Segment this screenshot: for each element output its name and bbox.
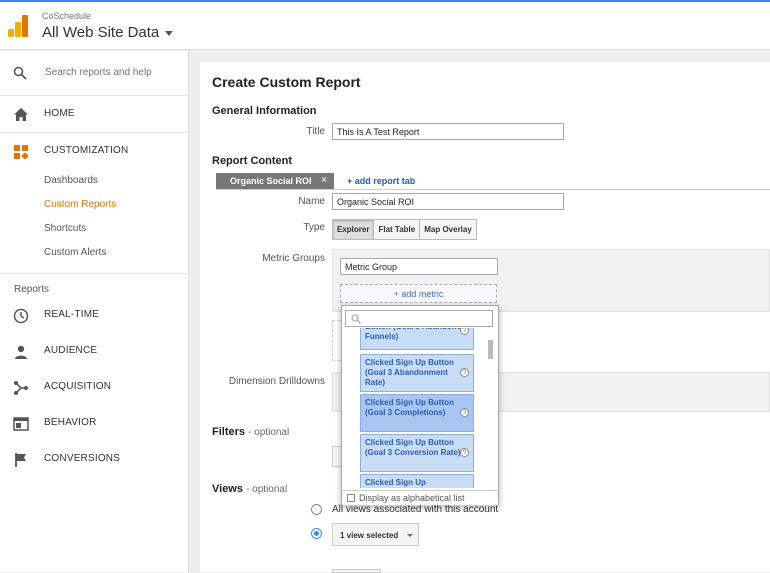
metric-option-label: Clicked Sign Up Button (Goal 3 Abandonme… <box>365 358 454 387</box>
all-views-label: All views associated with this account <box>332 504 499 515</box>
view-selector-label: 1 view selected <box>340 531 399 540</box>
metric-search-input[interactable] <box>345 310 493 327</box>
help-icon[interactable]: ? <box>460 408 469 417</box>
sidebar-item-custom-alerts[interactable]: Custom Alerts <box>44 247 106 258</box>
search-icon <box>351 314 361 324</box>
sidebar-item-shortcuts[interactable]: Shortcuts <box>44 223 86 234</box>
metric-option-label: Button (Goal 3 Abandoned Funnels) <box>365 328 466 341</box>
metric-picker-dropdown: Button (Goal 3 Abandoned Funnels)? Click… <box>341 305 499 505</box>
help-icon[interactable]: ? <box>460 368 469 377</box>
acquisition-icon <box>14 381 28 395</box>
report-content-heading: Report Content <box>212 155 293 167</box>
sidebar-item-label: AUDIENCE <box>44 345 98 356</box>
customization-icon <box>14 145 28 159</box>
type-label: Type <box>303 222 325 233</box>
header: CoSchedule All Web Site Data <box>0 2 770 50</box>
alphabetical-checkbox[interactable] <box>347 494 355 502</box>
general-info-heading: General Information <box>212 105 317 117</box>
sidebar-item-acquisition[interactable]: ACQUISITION <box>0 372 188 402</box>
type-explorer-button[interactable]: Explorer <box>332 219 375 240</box>
home-icon <box>14 108 28 121</box>
name-label: Name <box>298 196 325 207</box>
alphabetical-label: Display as alphabetical list <box>359 493 465 503</box>
add-report-tab-link[interactable]: + add report tab <box>347 176 415 186</box>
sidebar-item-label: CUSTOMIZATION <box>44 145 129 156</box>
metric-option[interactable]: Button (Goal 3 Abandoned Funnels)? <box>360 328 474 350</box>
flag-icon <box>15 453 26 467</box>
help-icon[interactable]: ? <box>460 328 469 335</box>
view-selector-button[interactable]: 1 view selected <box>332 523 419 546</box>
sidebar-item-home[interactable]: HOME <box>0 99 188 129</box>
filters-heading: Filters - optional <box>212 426 289 438</box>
chevron-down-icon <box>165 30 174 36</box>
metric-option-label: Clicked Sign Up Button (Goal 3 Conversio… <box>365 438 461 457</box>
search-input[interactable]: Search reports and help <box>45 67 152 78</box>
type-map-overlay-button[interactable]: Map Overlay <box>419 219 477 240</box>
metric-option[interactable]: Clicked Sign Up Button (Goal 3 Abandonme… <box>360 354 474 392</box>
sidebar-item-label: ACQUISITION <box>44 381 112 392</box>
alphabetical-toggle[interactable]: Display as alphabetical list <box>342 490 498 505</box>
sidebar-item-customization[interactable]: CUSTOMIZATION <box>0 136 188 166</box>
metric-list-scrollbar[interactable] <box>488 340 493 359</box>
tab-name-input[interactable]: Organic Social ROI <box>332 193 564 210</box>
all-views-radio[interactable] <box>311 504 322 515</box>
report-title-input[interactable]: This Is A Test Report <box>332 123 564 140</box>
clock-icon <box>13 308 29 324</box>
optional-label: - optional <box>246 484 288 495</box>
page-title: Create Custom Report <box>212 74 361 90</box>
metric-option-highlighted[interactable]: Clicked Sign Up Button (Goal 3 Completio… <box>360 394 474 432</box>
close-icon[interactable]: × <box>321 175 327 186</box>
dimension-drilldowns-label: Dimension Drilldowns <box>228 376 325 387</box>
sidebar-item-audience[interactable]: AUDIENCE <box>0 336 188 366</box>
metric-list: Button (Goal 3 Abandoned Funnels)? Click… <box>342 328 500 488</box>
sidebar-item-label: REAL-TIME <box>44 309 100 320</box>
behavior-icon <box>13 417 29 431</box>
views-label: Views <box>212 483 243 495</box>
views-heading: Views - optional <box>212 483 287 495</box>
selected-views-radio[interactable] <box>311 528 322 539</box>
sidebar-item-behavior[interactable]: BEHAVIOR <box>0 408 188 438</box>
filters-label: Filters <box>212 426 246 438</box>
metric-groups-label: Metric Groups <box>262 253 325 264</box>
reports-section-label: Reports <box>14 284 50 295</box>
sidebar-item-label: BEHAVIOR <box>44 417 97 428</box>
analytics-logo-icon[interactable] <box>8 15 28 37</box>
metric-option-label: Clicked Sign Up Button (Goal 3 Completio… <box>365 398 454 417</box>
save-button[interactable] <box>332 569 381 573</box>
sidebar-item-custom-reports[interactable]: Custom Reports <box>44 199 116 210</box>
person-icon <box>15 345 27 359</box>
sidebar-item-dashboards[interactable]: Dashboards <box>44 175 98 186</box>
type-flat-table-button[interactable]: Flat Table <box>373 219 421 240</box>
help-icon[interactable]: ? <box>460 448 469 457</box>
sidebar: Search reports and help HOME CUSTOMIZATI… <box>0 51 189 572</box>
sidebar-item-label: HOME <box>44 108 75 119</box>
metric-option[interactable]: Clicked Sign Up Button (Goal 3 Conversio… <box>360 434 474 472</box>
optional-label: - optional <box>248 427 290 438</box>
sidebar-item-label: CONVERSIONS <box>44 453 121 464</box>
add-metric-button[interactable]: + add metric <box>340 284 497 303</box>
divider <box>0 273 188 274</box>
tab-label: Organic Social ROI <box>230 176 312 186</box>
account-name: CoSchedule <box>42 11 92 21</box>
divider <box>0 132 188 133</box>
tab-underline <box>216 189 770 190</box>
metric-option-label: Clicked Sign Up <box>365 478 426 487</box>
metric-group-name-input[interactable]: Metric Group <box>340 258 498 275</box>
sidebar-item-conversions[interactable]: CONVERSIONS <box>0 444 188 474</box>
property-selector[interactable]: All Web Site Data <box>42 24 174 41</box>
sidebar-item-real-time[interactable]: REAL-TIME <box>0 300 188 330</box>
property-name: All Web Site Data <box>42 24 160 41</box>
tab-organic-social-roi[interactable]: Organic Social ROI × <box>216 173 334 189</box>
search-icon <box>13 66 27 80</box>
metric-option[interactable]: Clicked Sign Up <box>360 474 474 488</box>
type-selector: Explorer Flat Table Map Overlay <box>332 219 477 240</box>
sidebar-search[interactable]: Search reports and help <box>0 51 188 96</box>
chevron-down-icon <box>407 534 414 538</box>
title-label: Title <box>306 126 325 137</box>
